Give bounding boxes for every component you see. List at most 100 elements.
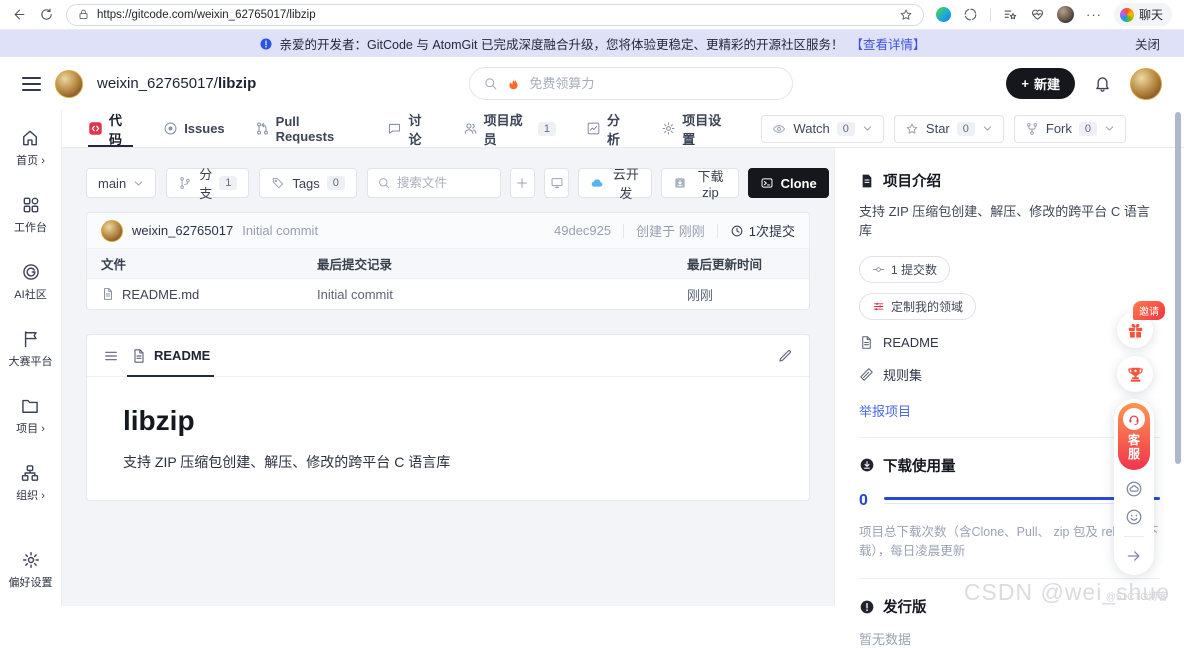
file-name[interactable]: README.md — [122, 287, 199, 302]
commit-author-avatar[interactable] — [101, 220, 123, 242]
commit-created: 创建于 刚刚 — [636, 221, 705, 240]
customize-domain-pill[interactable]: 定制我的领域 — [859, 293, 976, 320]
divider — [859, 578, 1160, 579]
fire-icon — [506, 76, 521, 91]
site-info-icon[interactable] — [77, 8, 90, 21]
latest-commit-row[interactable]: weixin_62765017 Initial commit 49dec925 … — [87, 213, 809, 249]
commits-count-pill[interactable]: 1 提交数 — [859, 256, 950, 283]
url-text[interactable]: https://gitcode.com/weixin_62765017/libz… — [97, 9, 892, 21]
file-commit[interactable]: Initial commit — [317, 287, 687, 302]
sidebar-item-competition[interactable]: 大赛平台 — [9, 329, 53, 369]
divider — [1124, 536, 1144, 537]
readme-header: README — [87, 335, 809, 377]
customer-service-button[interactable]: 客服 — [1118, 403, 1150, 470]
global-search-input[interactable] — [529, 76, 779, 91]
table-row[interactable]: README.md Initial commit 刚刚 — [87, 279, 809, 309]
readme-tab[interactable]: README — [131, 335, 210, 376]
collapse-arrow-icon[interactable] — [1125, 547, 1143, 565]
banner-close-button[interactable]: 关闭 — [1135, 34, 1160, 53]
star-button[interactable]: Star 0 — [894, 115, 1004, 143]
tags-button[interactable]: Tags 0 — [259, 168, 357, 198]
browser-more-icon[interactable]: ··· — [1086, 7, 1102, 22]
file-search-input[interactable] — [397, 176, 491, 190]
browser-reload-icon[interactable] — [39, 7, 54, 22]
watch-count-badge: 0 — [837, 122, 855, 136]
sidebar-item-home[interactable]: 首页 › — [16, 128, 45, 168]
search-icon — [377, 176, 391, 190]
col-file: 文件 — [101, 254, 317, 273]
browser-back-icon[interactable] — [12, 7, 27, 22]
file-icon — [101, 287, 115, 301]
browser-profile-avatar[interactable] — [1057, 6, 1074, 23]
tab-members[interactable]: 项目成员 1 — [463, 110, 556, 147]
file-updated: 刚刚 — [687, 285, 795, 304]
repo-breadcrumb[interactable]: weixin_62765017/libzip — [97, 75, 256, 92]
address-bar[interactable]: https://gitcode.com/weixin_62765017/libz… — [66, 4, 924, 26]
add-file-button[interactable] — [510, 168, 535, 198]
customer-service-label: 客服 — [1127, 433, 1141, 462]
star-icon — [905, 122, 919, 136]
file-search[interactable] — [367, 168, 501, 198]
tab-code[interactable]: 代码 — [88, 110, 133, 147]
repo-owner[interactable]: weixin_62765017 — [97, 75, 214, 92]
banner-detail-link[interactable]: 【查看详情】 — [850, 34, 925, 53]
fork-count-badge: 0 — [1079, 122, 1097, 136]
browser-extensions: ··· 聊天 — [936, 3, 1172, 26]
fork-button[interactable]: Fork 0 — [1014, 115, 1126, 143]
new-button[interactable]: +新建 — [1006, 68, 1075, 99]
edit-pencil-icon[interactable] — [777, 348, 793, 364]
watch-button[interactable]: Watch 0 — [761, 115, 883, 143]
outline-menu-icon[interactable] — [103, 348, 119, 364]
commit-message[interactable]: Initial commit — [242, 223, 318, 238]
sidebar-item-ai-community[interactable]: AI社区 — [14, 262, 46, 302]
tab-issues[interactable]: Issues — [163, 110, 224, 147]
repo-tab-bar: 代码 Issues Pull Requests 讨论 项目成员 1 分析 — [62, 110, 1184, 148]
bookmark-star-icon[interactable] — [899, 8, 913, 22]
browser-health-icon[interactable] — [1030, 7, 1045, 22]
copilot-chat-button[interactable]: 聊天 — [1114, 3, 1172, 26]
extension-circle-icon[interactable] — [963, 7, 978, 22]
readme-card: README libzip 支持 ZIP 压缩包创建、解压、修改的跨平台 C 语… — [86, 334, 810, 501]
commit-hash[interactable]: 49dec925 — [554, 223, 611, 238]
ruler-icon — [859, 367, 874, 382]
scrollbar[interactable] — [1175, 112, 1181, 464]
global-search[interactable] — [469, 67, 793, 100]
favorites-icon[interactable] — [1003, 7, 1018, 22]
tab-analytics[interactable]: 分析 — [586, 110, 631, 147]
ruleset-link[interactable]: 规则集 — [859, 365, 1160, 384]
assistant-dock: 客服 — [1114, 399, 1154, 575]
sidebar-item-organizations[interactable]: 组织 › — [16, 463, 45, 503]
download-zip-button[interactable]: 下载zip — [661, 168, 738, 198]
chevron-down-icon — [133, 178, 144, 189]
notifications-bell-icon[interactable] — [1093, 74, 1112, 93]
tab-discussions[interactable]: 讨论 — [387, 110, 432, 147]
readme-link[interactable]: README — [859, 335, 1160, 350]
repo-name[interactable]: libzip — [218, 75, 256, 92]
clone-button[interactable]: Clone — [748, 168, 829, 198]
col-last-updated: 最后更新时间 — [687, 254, 795, 273]
invite-badge[interactable]: 邀请 — [1133, 301, 1165, 320]
menu-icon[interactable] — [22, 77, 41, 91]
workbench-icon — [21, 195, 41, 215]
user-avatar[interactable] — [1130, 68, 1162, 100]
tab-settings[interactable]: 项目设置 — [661, 110, 731, 147]
commit-count[interactable]: 1次提交 — [730, 221, 795, 240]
web-ide-button[interactable] — [544, 168, 569, 198]
repo-owner-avatar[interactable] — [55, 70, 83, 98]
sidebar-item-preferences[interactable]: 偏好设置 — [9, 550, 53, 590]
commit-author[interactable]: weixin_62765017 — [132, 223, 233, 238]
sidebar-item-projects[interactable]: 项目 › — [16, 396, 45, 436]
trophy-fab-button[interactable] — [1117, 356, 1153, 392]
download-filled-icon — [859, 457, 875, 473]
extension-logo-icon[interactable] — [936, 7, 951, 22]
cloud-dev-button[interactable]: 云开发 — [578, 168, 652, 198]
branches-button[interactable]: 分支 1 — [166, 168, 249, 198]
sidebar-item-workbench[interactable]: 工作台 — [14, 195, 47, 235]
plus-icon — [515, 176, 529, 190]
cloud-assistant-icon[interactable] — [1125, 480, 1143, 498]
feedback-smiley-icon[interactable] — [1125, 508, 1143, 526]
tag-icon — [271, 176, 285, 190]
monitor-icon — [550, 176, 564, 190]
branch-selector[interactable]: main — [86, 168, 156, 198]
tab-pull-requests[interactable]: Pull Requests — [255, 110, 358, 147]
